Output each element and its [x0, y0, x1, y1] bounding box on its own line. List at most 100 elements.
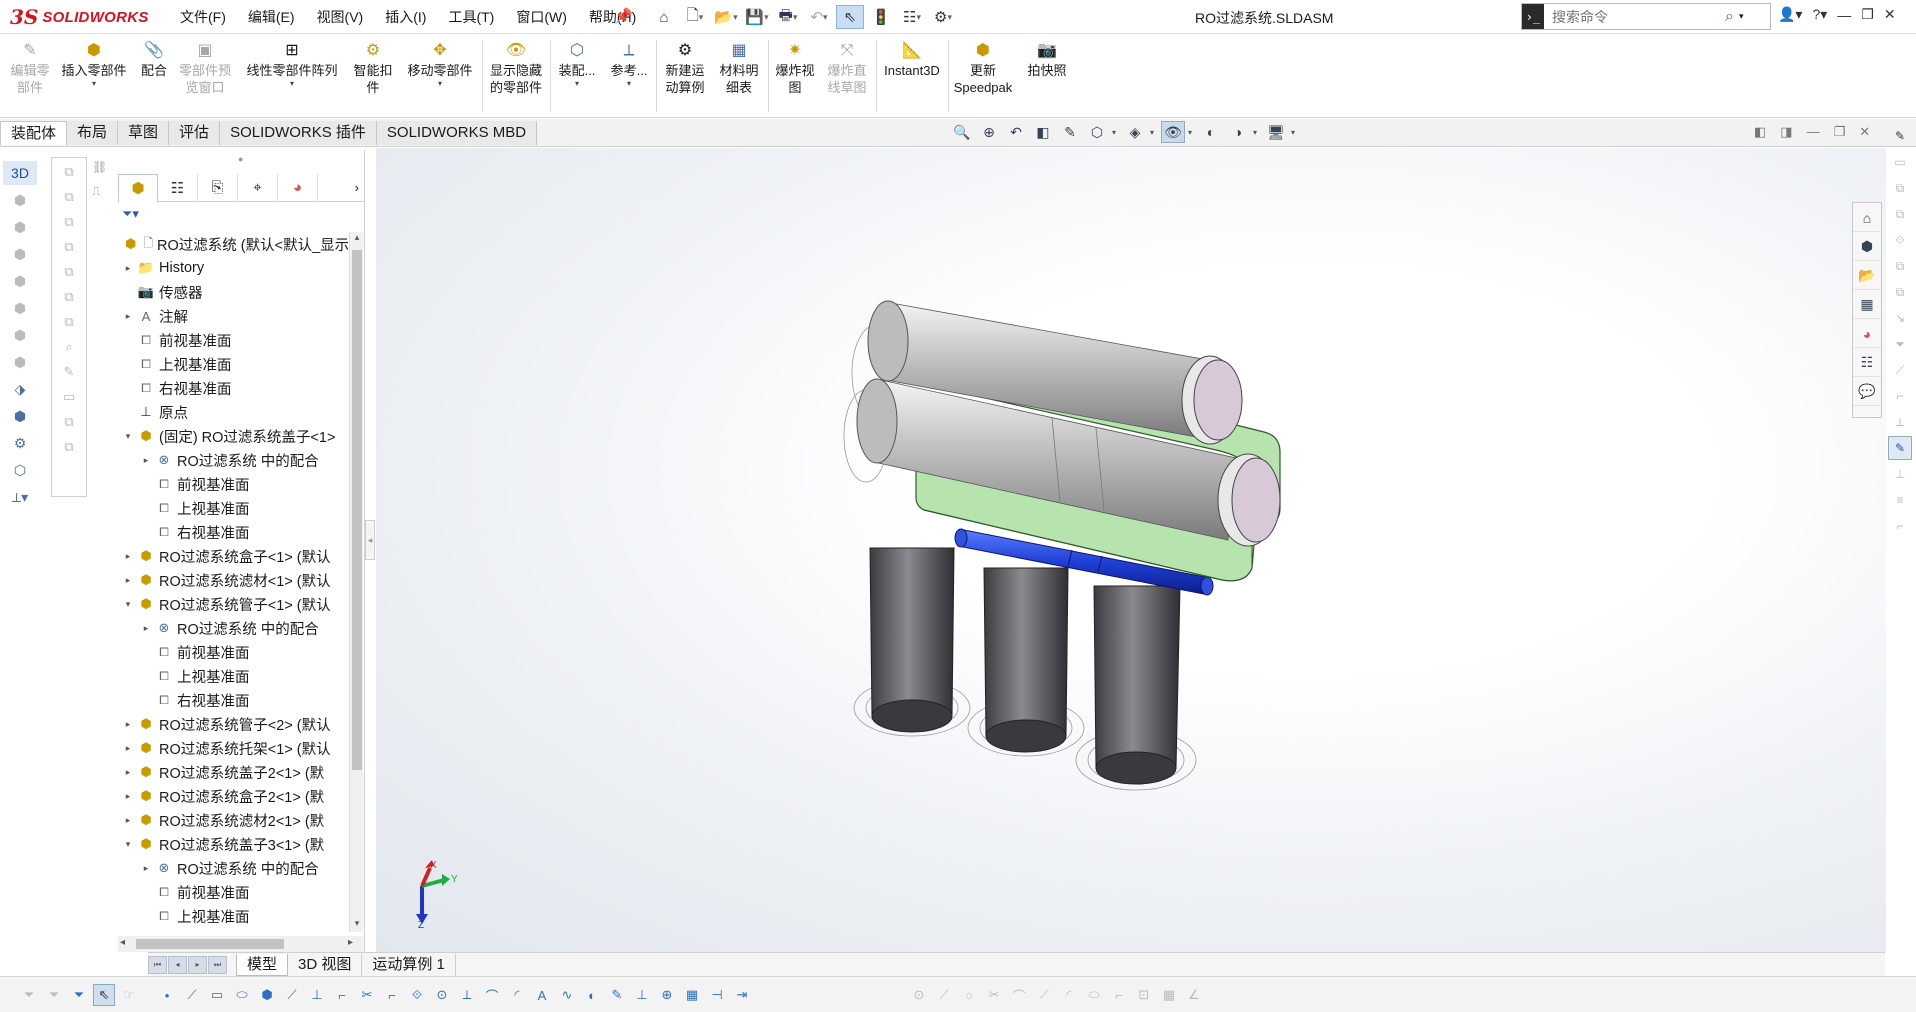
snapshot-button[interactable]: 📷 拍快照 [1020, 40, 1074, 79]
expand-icon[interactable]: ▸ [122, 719, 134, 730]
component-icon[interactable]: ⬢ [3, 269, 37, 293]
monitor-icon[interactable]: ▭ [55, 386, 83, 408]
tab-motion-study[interactable]: 运动算例 1 [362, 953, 456, 976]
file-explorer-icon[interactable]: 📂 [1853, 262, 1881, 290]
bom-button[interactable]: ▦ 材料明 细表 [714, 40, 764, 96]
hide-show-items-icon[interactable]: 👁 [1161, 121, 1185, 143]
rectangle-icon[interactable]: ▭ [206, 984, 228, 1006]
scroll-thumb[interactable] [352, 250, 362, 770]
3d-view-icon[interactable]: 3D [3, 161, 37, 185]
chevron-down-icon[interactable]: ▾ [1291, 128, 1299, 137]
edit-appearance-icon[interactable]: ◐ [1199, 121, 1223, 143]
select-icon[interactable]: ⇖ [93, 984, 115, 1006]
expand-icon[interactable]: ▸ [122, 743, 134, 754]
expand-icon[interactable]: ▸ [122, 575, 134, 586]
filter-housing-2[interactable] [983, 567, 1069, 753]
arc-icon[interactable]: ⌒ [1008, 984, 1030, 1006]
copy-icon[interactable]: ⧉ [55, 186, 83, 208]
hook-icon[interactable]: ⌐ [1888, 514, 1912, 538]
user-icon[interactable]: 👤▾ [1778, 6, 1802, 23]
copy-icon[interactable]: ⧉ [55, 236, 83, 258]
open-icon[interactable]: 📂 ▾ [712, 5, 740, 29]
undo-icon[interactable]: ↶ ▾ [805, 5, 833, 29]
tree-item[interactable]: ⧠ 前视基准面 [118, 472, 348, 496]
view-settings-icon[interactable]: 🖥 [1264, 121, 1288, 143]
chevron-down-icon[interactable]: ▾ [1188, 128, 1196, 137]
exploded-view-button[interactable]: ✷ 爆炸视 图 [770, 40, 820, 96]
trim-icon[interactable]: ✂ [356, 984, 378, 1006]
chain-icon[interactable]: ⛓ [92, 160, 116, 184]
arrow-icon[interactable]: ↘ [1888, 306, 1912, 330]
filter-icon[interactable]: ⏷ [43, 984, 65, 1006]
tree-item[interactable]: ⧠ 右视基准面 [118, 688, 348, 712]
menu-insert[interactable]: 插入(I) [385, 7, 426, 27]
tree-item[interactable]: ▸ ⬢ RO过滤系统滤材<1> (默认 [118, 568, 348, 592]
expand-icon[interactable]: ▸ [122, 263, 134, 274]
step-icon[interactable]: ⎍ [92, 184, 116, 208]
copy-icon[interactable]: ⧉ [1888, 254, 1912, 278]
linear-pattern-button[interactable]: ⊞ 线性零部件阵列 ▾ [240, 40, 344, 89]
copy-icon[interactable]: ⧉ [55, 411, 83, 433]
component-icon[interactable]: ⬢ [3, 242, 37, 266]
apply-scene-icon[interactable]: ◑ [1226, 121, 1250, 143]
search-commands-box[interactable]: ›_ ⌕ ▾ [1521, 3, 1771, 30]
tree-filter[interactable]: ⏷▾ [122, 206, 362, 228]
chevron-right-icon[interactable]: › [355, 180, 359, 195]
display-style-icon[interactable]: ◈ [1123, 121, 1147, 143]
first-tab-icon[interactable]: ⏮ [148, 955, 167, 974]
scroll-right-icon[interactable]: ▸ [348, 937, 353, 948]
new-document-icon[interactable]: 🗋 ▾ [681, 5, 709, 29]
component-icon[interactable]: ⬢ [3, 215, 37, 239]
restore-icon[interactable]: ❐ [1834, 124, 1846, 140]
menu-edit[interactable]: 编辑(E) [248, 7, 295, 27]
sketch-edit-icon[interactable]: ✎ [1888, 436, 1912, 460]
menu-view[interactable]: 视图(V) [317, 7, 364, 27]
menu-window[interactable]: 窗口(W) [516, 7, 567, 27]
scroll-thumb[interactable] [136, 939, 284, 949]
panel-grip-icon[interactable]: ● [238, 154, 243, 164]
chevron-down-icon[interactable]: ▾ [1253, 128, 1261, 137]
tree-vertical-scrollbar[interactable]: ▴ ▾ [349, 232, 363, 932]
tab-evaluate[interactable]: 评估 [169, 121, 221, 145]
box-icon[interactable]: ⬡ [3, 458, 37, 482]
convert-icon[interactable]: ⟂ [456, 984, 478, 1006]
copy-icon[interactable]: ⧉ [55, 311, 83, 333]
instant3d-button[interactable]: 📐 Instant3D [880, 40, 944, 79]
speedpak-button[interactable]: ⬢ 更新 Speedpak [950, 40, 1016, 96]
sketch-icon[interactable]: ✎ [1888, 124, 1912, 148]
tree-item[interactable]: ▸ ⬢ RO过滤系统托架<1> (默认 [118, 736, 348, 760]
forum-icon[interactable]: 💬 [1853, 378, 1881, 406]
tree-item[interactable]: ⧠ 前视基准面 [118, 880, 348, 904]
design-library-icon[interactable]: ⬢ [1853, 233, 1881, 261]
tree-item[interactable]: ▸ A 注解 [118, 304, 348, 328]
display-manager-tab-icon[interactable]: ◕ [278, 173, 318, 202]
property-manager-tab-icon[interactable]: ☷ [158, 173, 198, 202]
filter-icon[interactable]: ⏷ [18, 984, 40, 1006]
spline-icon[interactable]: ∿ [556, 984, 578, 1006]
tree-item[interactable]: 📷 传感器 [118, 280, 348, 304]
offset-icon[interactable]: ⊡ [1133, 984, 1155, 1006]
point-icon[interactable]: ⊙ [908, 984, 930, 1006]
settings-part-icon[interactable]: ⚙ [3, 431, 37, 455]
copy-icon[interactable]: ⧉ [55, 161, 83, 183]
pin-icon[interactable]: 📌 [614, 7, 633, 25]
trim-icon[interactable]: ⟋ [1888, 358, 1912, 382]
tree-item[interactable]: ⧠ 右视基准面 [118, 520, 348, 544]
chamfer-icon[interactable]: ⌐ [381, 984, 403, 1006]
home-icon[interactable]: ⌂ [650, 5, 678, 29]
menu-file[interactable]: 文件(F) [180, 7, 226, 27]
filter-housing-3[interactable] [1093, 585, 1181, 785]
tab-assembly[interactable]: 装配体 [0, 121, 68, 145]
tree-item[interactable]: ⧠ 上视基准面 [118, 496, 348, 520]
scroll-left-icon[interactable]: ◂ [120, 937, 125, 948]
copy-icon[interactable]: ⧉ [55, 261, 83, 283]
motion-study-button[interactable]: ⚙ 新建运 动算例 [660, 40, 710, 96]
rectangle-icon[interactable]: ▭ [1888, 150, 1912, 174]
scroll-down-icon[interactable]: ▾ [350, 918, 364, 932]
expand-icon[interactable]: ▸ [122, 815, 134, 826]
tab-sketch[interactable]: 草图 [118, 121, 170, 145]
tree-item[interactable]: ▸ ⬢ RO过滤系统盒子<1> (默认 [118, 544, 348, 568]
view-palette-icon[interactable]: ▦ [1853, 291, 1881, 319]
tree-item[interactable]: ⧠ 上视基准面 [118, 664, 348, 688]
tile-right-icon[interactable]: ◨ [1780, 124, 1792, 140]
